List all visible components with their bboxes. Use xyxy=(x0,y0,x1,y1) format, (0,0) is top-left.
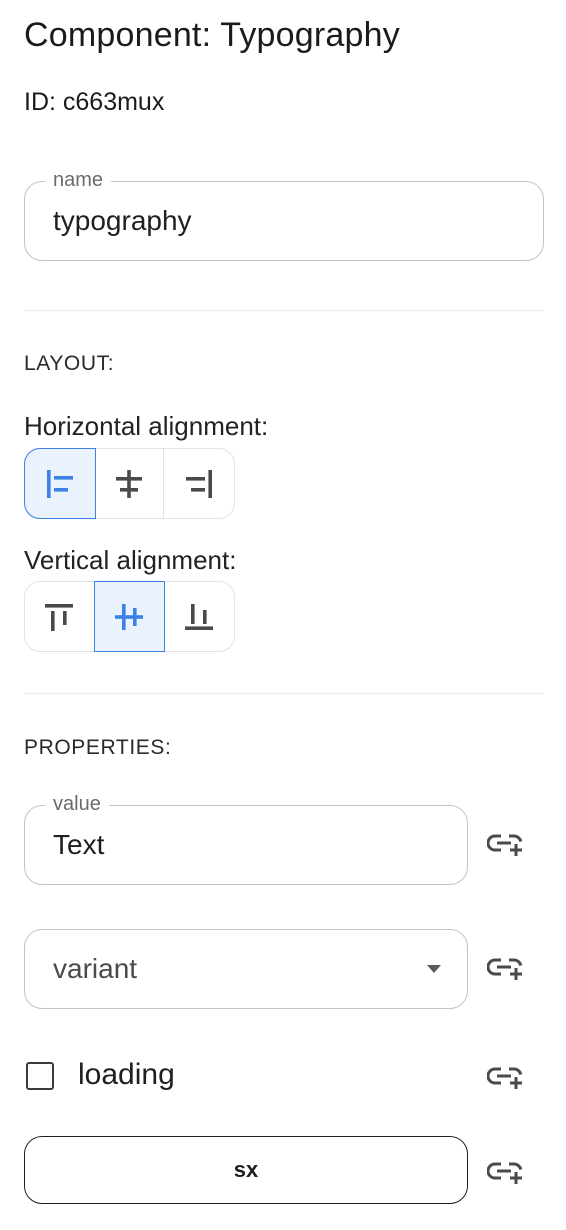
value-field-label: value xyxy=(45,792,109,816)
name-field-label: name xyxy=(45,168,112,192)
align-middle-vertical-icon xyxy=(115,603,144,630)
properties-section-label: PROPERTIES: xyxy=(24,736,172,759)
align-center-horizontal-button[interactable] xyxy=(94,449,165,518)
align-left-button[interactable] xyxy=(23,447,96,520)
align-right-icon xyxy=(186,469,213,498)
add-link-icon[interactable] xyxy=(487,832,525,856)
align-left-icon xyxy=(46,469,73,498)
chevron-down-icon[interactable] xyxy=(427,965,441,973)
component-id: ID: c663mux xyxy=(24,88,165,116)
vertical-alignment-label: Vertical alignment: xyxy=(24,545,237,575)
align-bottom-button[interactable] xyxy=(164,582,234,651)
align-center-horizontal-icon xyxy=(115,469,142,498)
value-field[interactable]: value Text xyxy=(24,792,468,885)
divider xyxy=(24,310,544,311)
divider xyxy=(24,693,544,694)
name-field[interactable]: name typography xyxy=(24,168,544,261)
value-field-value[interactable]: Text xyxy=(53,829,104,861)
sx-button[interactable]: sx xyxy=(24,1136,468,1204)
add-link-icon[interactable] xyxy=(487,1065,525,1089)
align-top-button[interactable] xyxy=(25,582,95,651)
loading-checkbox[interactable] xyxy=(26,1062,54,1090)
layout-section-label: LAYOUT: xyxy=(24,352,115,375)
vertical-alignment-group xyxy=(24,580,235,653)
name-field-value[interactable]: typography xyxy=(53,205,192,237)
variant-select[interactable]: variant xyxy=(24,929,468,1009)
variant-select-placeholder: variant xyxy=(53,953,138,984)
horizontal-alignment-label: Horizontal alignment: xyxy=(24,411,269,441)
page-title: Component: Typography xyxy=(24,16,400,54)
align-top-icon xyxy=(45,603,74,631)
horizontal-alignment-group xyxy=(23,447,235,520)
add-link-icon[interactable] xyxy=(487,1160,525,1184)
add-link-icon[interactable] xyxy=(487,956,525,980)
align-middle-vertical-button[interactable] xyxy=(93,580,166,653)
align-bottom-icon xyxy=(185,603,214,630)
loading-checkbox-label[interactable]: loading xyxy=(78,1058,175,1092)
align-right-button[interactable] xyxy=(164,449,234,518)
